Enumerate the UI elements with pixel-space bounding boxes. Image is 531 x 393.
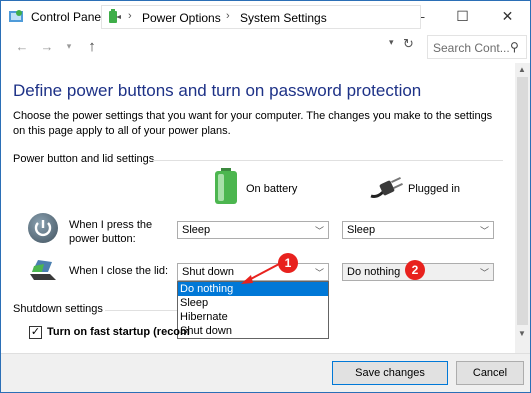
select-value: Shut down [182, 266, 234, 278]
maximize-button[interactable]: ☐ [440, 1, 485, 31]
search-input[interactable]: Search Cont... ⚲ [427, 35, 527, 59]
section-power-button-lid: Power button and lid settings [13, 153, 155, 165]
recent-locations-chevron-icon[interactable]: ▾ [60, 37, 78, 55]
search-icon[interactable]: ⚲ [510, 40, 519, 54]
power-options-icon [109, 9, 121, 23]
label-close-lid: When I close the lid: [69, 265, 169, 277]
close-button[interactable]: ✕ [485, 1, 530, 31]
search-placeholder: Search Cont... [433, 41, 510, 55]
vertical-scrollbar[interactable]: ▲ ▼ [515, 63, 530, 353]
select-value: Sleep [182, 224, 211, 236]
refresh-icon[interactable]: ↻ [403, 36, 414, 52]
forward-arrow-icon[interactable]: → [38, 37, 56, 55]
chevron-down-icon: ﹀ [314, 268, 324, 278]
address-dropdown-chevron-icon[interactable]: ▾ [389, 37, 394, 48]
back-arrow-icon[interactable]: ← [13, 37, 31, 55]
plug-icon [370, 176, 403, 198]
up-arrow-icon[interactable]: ↑ [83, 37, 101, 55]
main-content: Define power buttons and turn on passwor… [1, 63, 515, 353]
action-bar: Save changes Cancel [1, 353, 530, 392]
fast-startup-checkbox[interactable]: ✓ [29, 326, 42, 339]
chevron-down-icon: ﹀ [479, 268, 489, 278]
annotation-badge-1: 1 [278, 253, 298, 273]
dropdown-option-sleep[interactable]: Sleep [178, 296, 328, 310]
select-value: Do nothing [347, 266, 401, 278]
annotation-badge-2: 2 [405, 260, 425, 280]
breadcrumb-power-options[interactable]: Power Options [142, 11, 221, 25]
column-on-battery: On battery [246, 183, 298, 195]
column-plugged-in: Plugged in [408, 183, 460, 195]
chevron-down-icon: ﹀ [314, 226, 324, 236]
dropdown-option-shut-down[interactable]: Shut down [178, 324, 328, 338]
select-value: Sleep [347, 224, 376, 236]
breadcrumb-system-settings[interactable]: System Settings [240, 11, 327, 25]
breadcrumb-separator[interactable]: › [226, 10, 230, 22]
page-description: Choose the power settings that you want … [13, 110, 493, 137]
section-shutdown-settings: Shutdown settings [13, 303, 103, 315]
save-changes-button[interactable]: Save changes [332, 361, 448, 385]
scroll-down-icon[interactable]: ▼ [518, 329, 526, 338]
control-panel-icon [9, 10, 23, 22]
label-power-button: When I press the power button: [69, 218, 152, 246]
label-power-button-line1: When I press the [69, 219, 153, 231]
scrollbar-thumb[interactable] [517, 77, 528, 325]
section-divider [105, 310, 177, 311]
power-button-icon [28, 213, 58, 243]
system-settings-window: Control Panel\All Control Panel Items\Po… [0, 0, 531, 393]
power-button-battery-select[interactable]: Sleep ﹀ [177, 221, 329, 239]
label-power-button-line2: power button: [69, 233, 136, 245]
fast-startup-label: Turn on fast startup (recom [47, 326, 190, 338]
laptop-lid-icon [30, 260, 56, 280]
cancel-button[interactable]: Cancel [456, 361, 524, 385]
address-bar[interactable]: › Power Options › System Settings [101, 5, 421, 29]
section-divider [153, 160, 503, 161]
power-button-plugged-select[interactable]: Sleep ﹀ [342, 221, 494, 239]
page-title: Define power buttons and turn on passwor… [13, 81, 422, 100]
scroll-up-icon[interactable]: ▲ [518, 65, 526, 74]
lid-battery-dropdown-list: Do nothing Sleep Hibernate Shut down [177, 281, 329, 339]
battery-icon [215, 168, 237, 204]
dropdown-option-hibernate[interactable]: Hibernate [178, 310, 328, 324]
breadcrumb-separator[interactable]: › [128, 10, 132, 22]
chevron-down-icon: ﹀ [479, 226, 489, 236]
